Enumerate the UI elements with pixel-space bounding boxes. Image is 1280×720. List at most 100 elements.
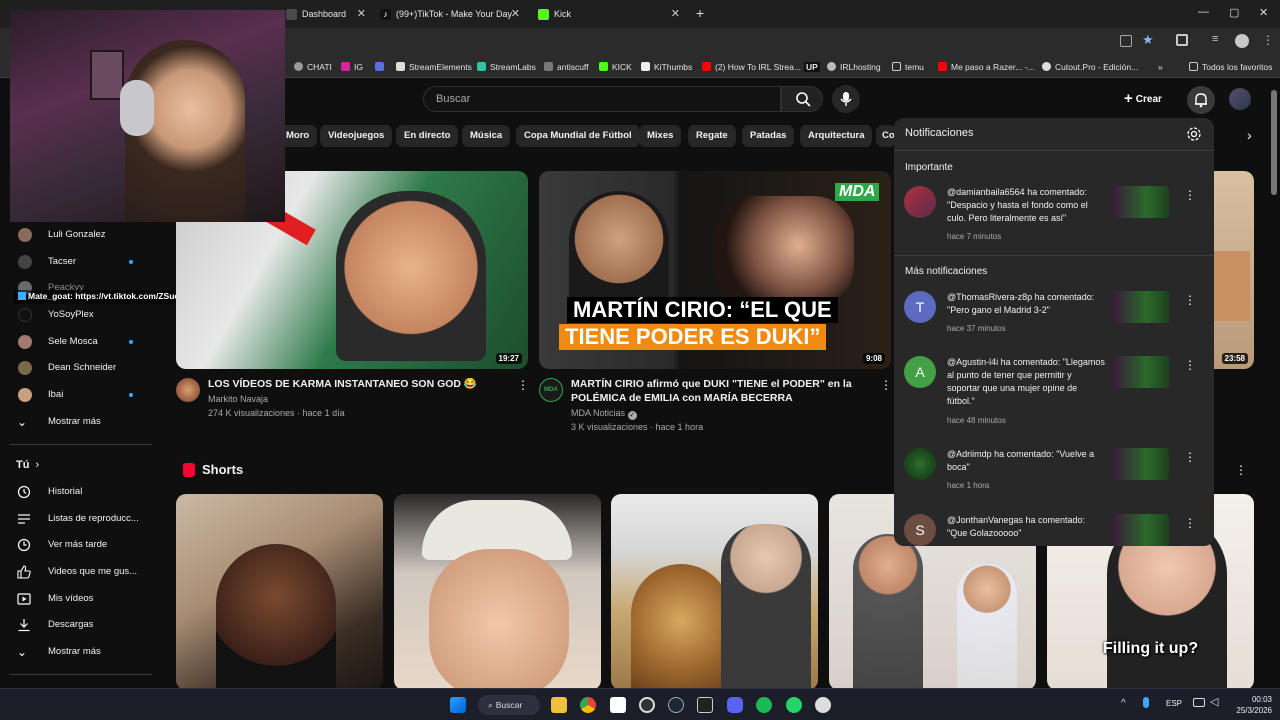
chip-en-directo[interactable]: En directo (396, 125, 459, 147)
notification-item[interactable]: S @JonthanVanegas ha comentado: "Que Gol… (894, 512, 1214, 546)
bookmark-ig[interactable]: IG (341, 60, 363, 74)
video-channel[interactable]: Markito Navaja (208, 392, 268, 406)
sidebar-channel-luli-gonzalez[interactable]: Luli Gonzalez (0, 222, 152, 248)
epic-games-icon[interactable] (697, 697, 713, 713)
close-tab-icon[interactable]: ✕ (671, 3, 680, 25)
chip-mixes[interactable]: Mixes (639, 125, 682, 147)
sidebar-item-playlists[interactable]: Listas de reproducc... (0, 506, 152, 532)
sidebar-channel-dean-schneider[interactable]: Dean Schneider (0, 355, 152, 381)
file-explorer-icon[interactable] (551, 697, 567, 713)
chip-musica[interactable]: Música (462, 125, 511, 147)
bookmark-kithumbs[interactable]: KiThumbs (641, 60, 692, 74)
video-title[interactable]: LOS VÍDEOS DE KARMA INSTANTANEO SON GOD … (208, 377, 504, 391)
chip-patadas[interactable]: Patadas (742, 125, 795, 147)
notification-options-icon[interactable]: ⋮ (1184, 293, 1196, 307)
sidebar-channel-ibai[interactable]: Ibai (0, 382, 152, 408)
short-thumbnail[interactable] (176, 494, 383, 690)
chrome-icon[interactable] (580, 697, 596, 713)
bookmark-temu[interactable]: temu (892, 60, 924, 74)
tab-tiktok[interactable]: ♪ (99+)TikTok - Make Your Day ✕ (374, 3, 526, 27)
extensions-icon[interactable] (1176, 34, 1188, 46)
bookmark-kick[interactable]: KICK (599, 60, 632, 74)
sidebar-channel-sele-mosca[interactable]: Sele Mosca (0, 329, 152, 355)
chip-videojuegos[interactable]: Videojuegos (320, 125, 393, 147)
taskbar-search[interactable]: ⌕ Buscar (478, 695, 540, 715)
media-queue-icon[interactable]: ≡ (1212, 33, 1218, 45)
notification-options-icon[interactable]: ⋮ (1184, 450, 1196, 464)
chip-co[interactable]: Co (876, 125, 896, 147)
create-button[interactable]: + Crear (1124, 86, 1182, 112)
bookmark-chati[interactable]: CHATI (294, 60, 332, 74)
video-options-icon[interactable]: ⋮ (880, 378, 892, 392)
chip-regate[interactable]: Regate (688, 125, 736, 147)
sidebar-item-my-videos[interactable]: Mis vídeos (0, 586, 152, 612)
sidebar-show-more-channels[interactable]: ⌄ Mostrar más (0, 409, 152, 435)
windows-start-icon[interactable] (450, 697, 466, 713)
chips-next-icon[interactable]: › (1247, 127, 1252, 143)
minimize-icon[interactable]: — (1198, 6, 1209, 18)
chip-arquitectura[interactable]: Arquitectura (800, 125, 873, 147)
account-avatar[interactable] (1229, 88, 1251, 110)
settings-gear-icon[interactable] (1186, 126, 1202, 142)
video-channel[interactable]: MDA Noticias ✓ (571, 406, 637, 420)
bookmark-up[interactable]: UP (804, 60, 820, 74)
sidebar-item-watch-later[interactable]: Ver más tarde (0, 532, 152, 558)
bookmark-irlhosting[interactable]: IRLhosting (827, 60, 881, 74)
bookmark-streamelements[interactable]: StreamElements (396, 60, 472, 74)
keyboard-language[interactable]: ESP (1166, 699, 1182, 708)
video-options-icon[interactable]: ⋮ (517, 378, 529, 392)
notification-item[interactable]: @damianbaila6564 ha comentado: "Despacio… (894, 182, 1214, 246)
capcut-icon[interactable] (610, 697, 626, 713)
tray-chevron-icon[interactable]: ^ (1121, 698, 1126, 709)
sidebar-channel-yosoyplex[interactable]: YoSoyPlex (0, 302, 152, 328)
bookmark-irl-stream[interactable]: (2) How To IRL Strea... (702, 60, 801, 74)
notifications-button[interactable] (1187, 86, 1215, 114)
page-scrollbar[interactable] (1271, 90, 1277, 195)
close-tab-icon[interactable]: ✕ (357, 3, 366, 25)
notification-options-icon[interactable]: ⋮ (1184, 516, 1196, 530)
sidebar-show-more-you[interactable]: ⌄ Mostrar más (0, 639, 152, 665)
close-tab-icon[interactable]: ✕ (511, 3, 520, 25)
tab-dashboard[interactable]: Dashboard ✕ (280, 3, 372, 27)
profile-icon[interactable] (1235, 34, 1249, 48)
spotify-icon[interactable] (756, 697, 772, 713)
notification-options-icon[interactable]: ⋮ (1184, 188, 1196, 202)
voice-search-button[interactable] (832, 85, 860, 113)
sidebar-item-downloads[interactable]: Descargas (0, 612, 152, 638)
whatsapp-icon[interactable] (786, 697, 802, 713)
bookmark-streamlabs[interactable]: StreamLabs (477, 60, 536, 74)
microphone-tray-icon[interactable] (1143, 697, 1149, 708)
video-thumbnail[interactable]: MDA MARTÍN CIRIO: “EL QUE TIENE PODER ES… (539, 171, 891, 369)
search-input[interactable]: Buscar (423, 86, 781, 112)
notification-item[interactable]: A @Agustin-l4i ha comentado: "Llegamos a… (894, 354, 1214, 426)
bookmark-antiscuff[interactable]: antiscuff (544, 60, 589, 74)
bookmark-star-icon[interactable]: ★ (1142, 32, 1154, 48)
chip-copa-mundial[interactable]: Copa Mundial de Fútbol (516, 125, 640, 147)
close-window-icon[interactable]: ✕ (1259, 6, 1268, 19)
video-title[interactable]: MARTÍN CIRIO afirmó que DUKI "TIENE el P… (571, 377, 871, 405)
install-app-icon[interactable] (1120, 35, 1132, 47)
volume-icon[interactable]: ◁ (1210, 695, 1218, 708)
discord-icon[interactable] (727, 697, 743, 713)
maximize-icon[interactable]: ▢ (1229, 6, 1239, 19)
short-thumbnail[interactable] (394, 494, 601, 690)
short-thumbnail[interactable] (611, 494, 818, 690)
bookmarks-overflow-icon[interactable]: » (1158, 60, 1163, 74)
sidebar-item-liked-videos[interactable]: Videos que me gus... (0, 559, 152, 585)
channel-avatar[interactable]: MDA (539, 378, 563, 402)
search-button[interactable] (781, 86, 823, 112)
network-icon[interactable] (1193, 698, 1205, 707)
bookmark-razer[interactable]: Me paso a Razer... -... (938, 60, 1035, 74)
new-tab-button[interactable]: + (696, 5, 704, 21)
sidebar-item-historial[interactable]: Historial (0, 479, 152, 505)
bookmark-all-favorites[interactable]: Todos los favoritos (1189, 60, 1272, 74)
obs-icon[interactable] (639, 697, 655, 713)
channel-avatar[interactable] (176, 378, 200, 402)
bookmark-cutout[interactable]: Cutout.Pro - Edición... (1042, 60, 1138, 74)
cutout-app-icon[interactable] (815, 697, 831, 713)
tab-kick[interactable]: Kick ✕ (532, 3, 686, 27)
bookmark-chart[interactable] (375, 60, 388, 74)
sidebar-channel-tacser[interactable]: Tacser (0, 249, 152, 275)
taskbar-clock[interactable]: 00:03 25/3/2026 (1228, 694, 1272, 716)
sidebar-you-header[interactable]: Tú › (16, 459, 39, 471)
